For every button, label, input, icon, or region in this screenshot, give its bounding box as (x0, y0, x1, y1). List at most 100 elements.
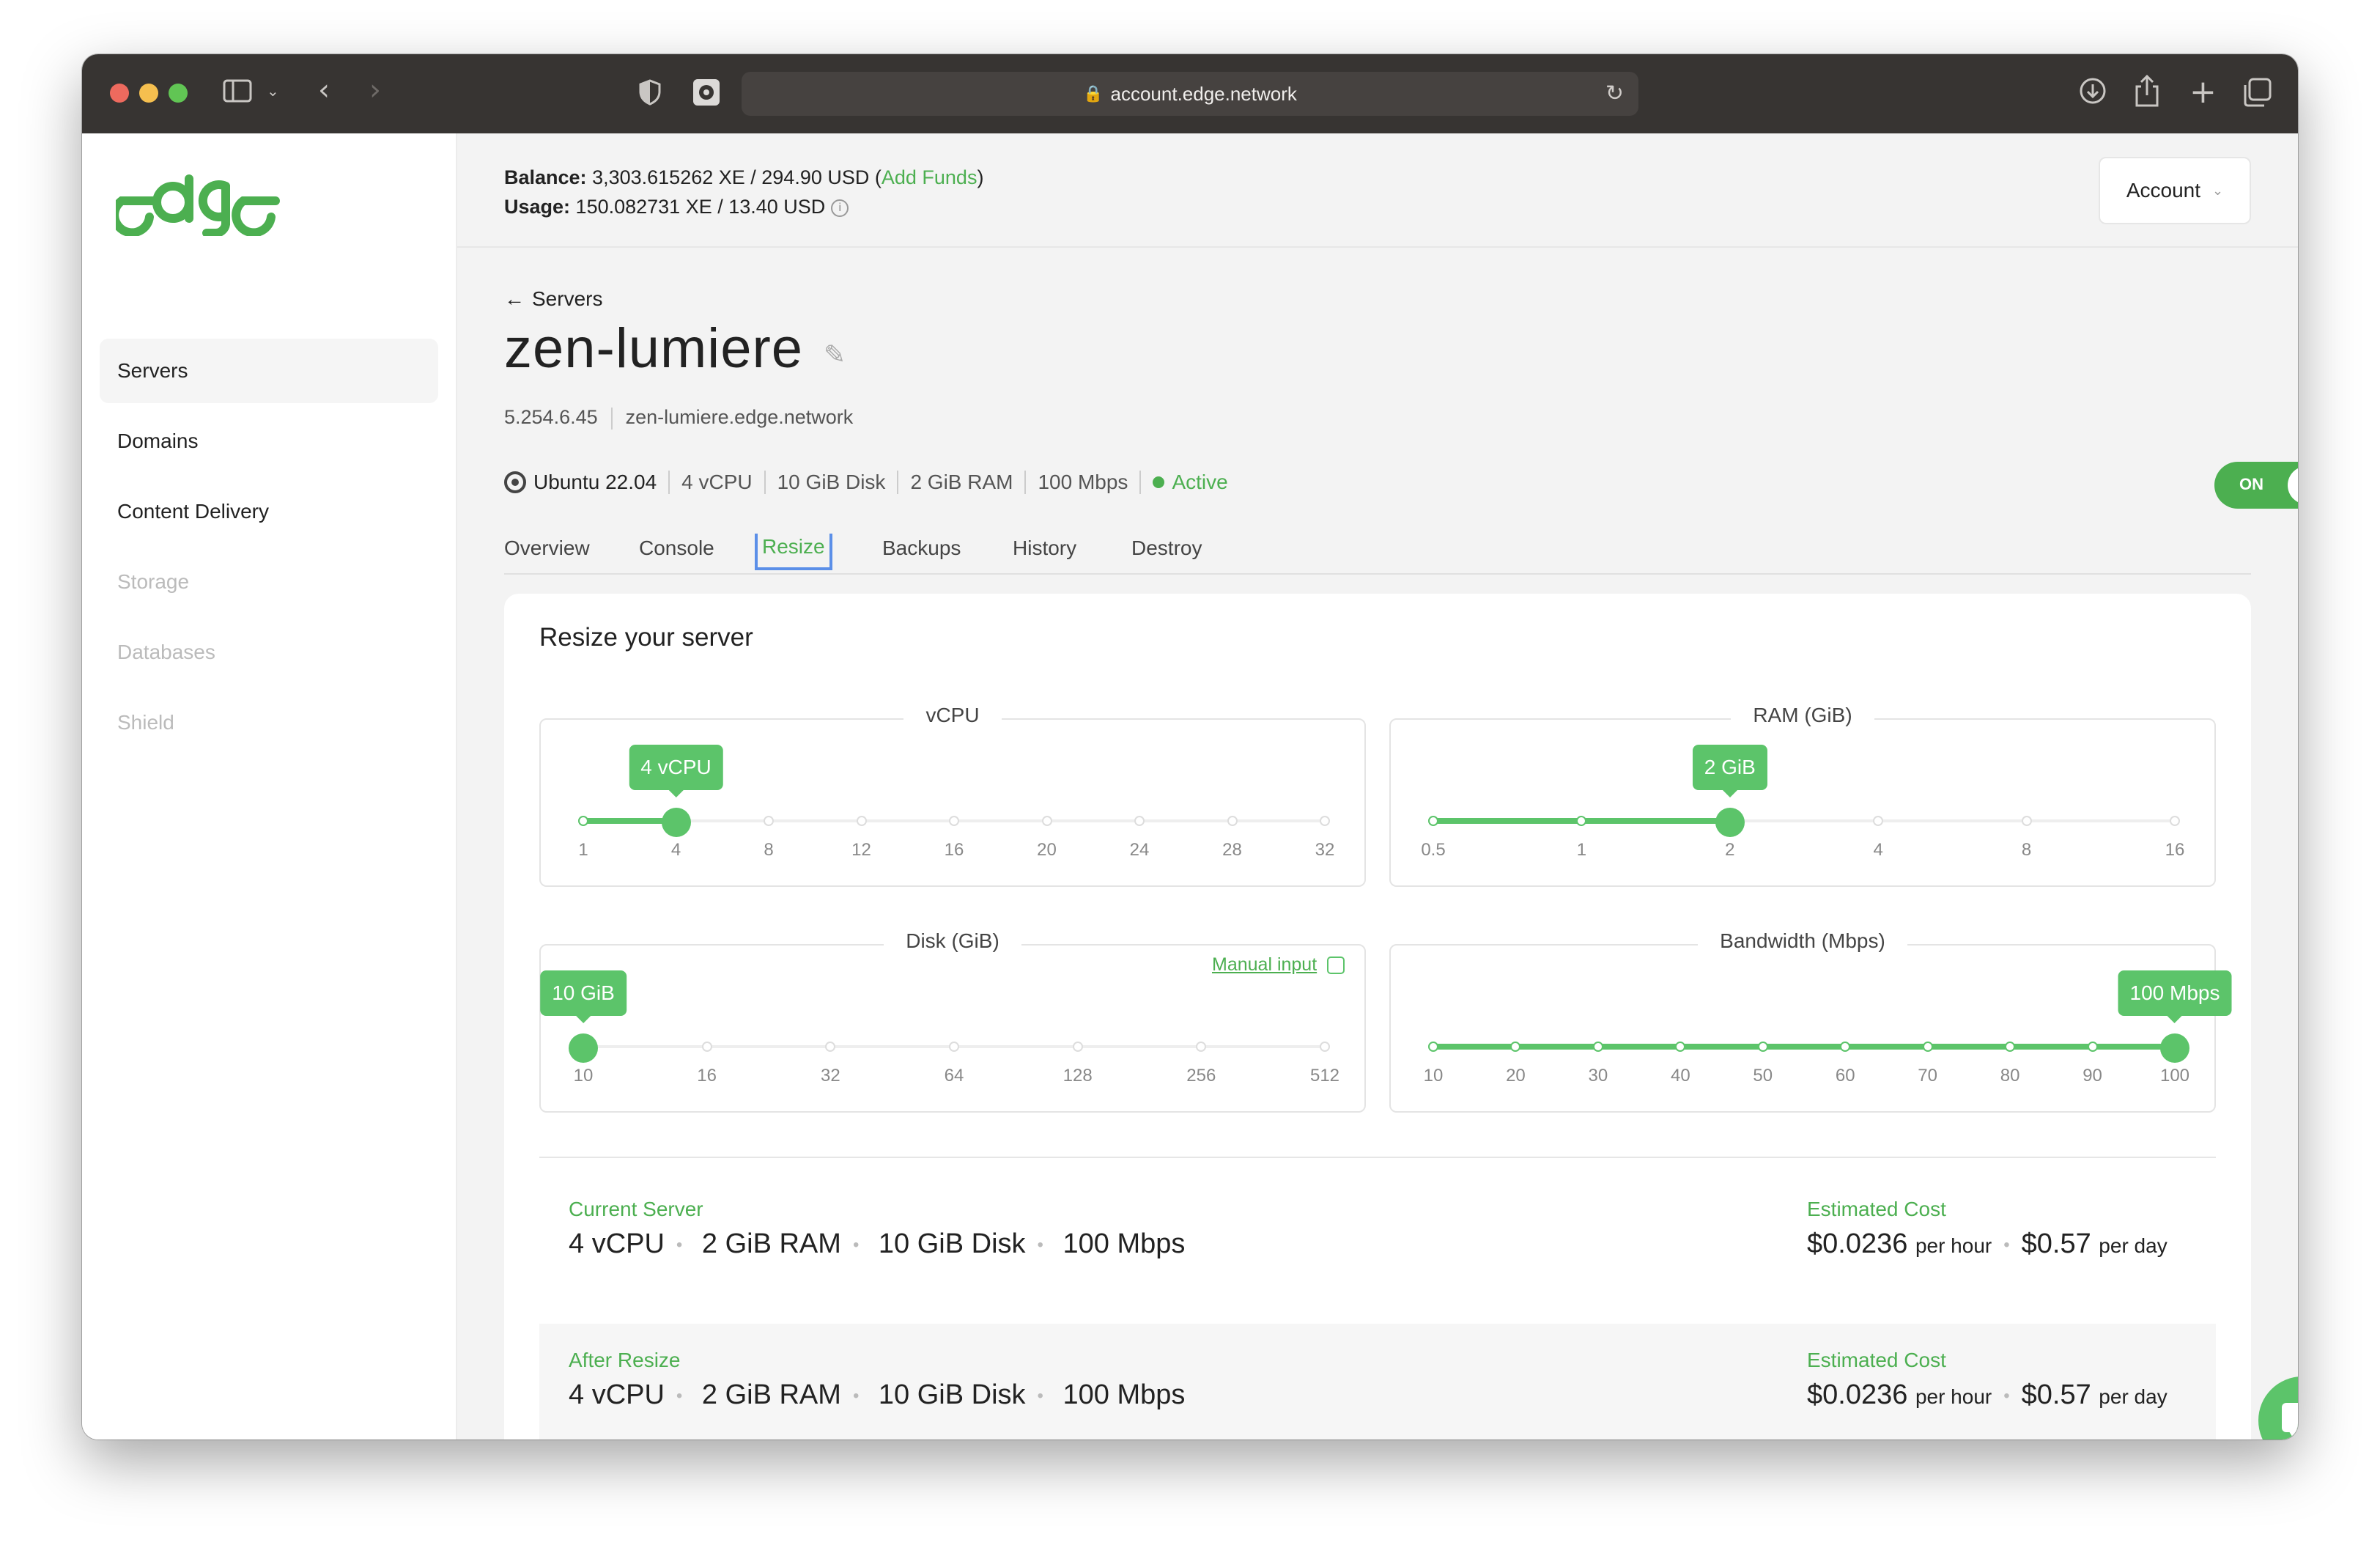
bandwidth-slider-step[interactable] (2087, 1042, 2098, 1052)
sidebar-toggle-icon[interactable] (223, 79, 252, 106)
power-toggle[interactable]: ON (2214, 462, 2298, 509)
server-vcpu: 4 vCPU (681, 471, 753, 493)
ram-slider-step[interactable] (1576, 816, 1587, 826)
disk-legend: Disk (GiB) (541, 929, 1364, 953)
close-window-button[interactable] (110, 84, 129, 103)
tab-resize[interactable]: Resize (755, 534, 832, 570)
disk-slider-step[interactable] (949, 1042, 959, 1052)
bandwidth-slider-box: Bandwidth (Mbps) 10 20 30 40 50 60 70 80 90 100 10… (1389, 929, 2232, 1113)
download-icon[interactable] (2078, 76, 2107, 108)
vcpu-legend-text: vCPU (903, 704, 1002, 726)
bandwidth-slider-handle[interactable] (2160, 1033, 2189, 1063)
ram-tick-label: 2 (1725, 840, 1735, 860)
address-bar[interactable]: 🔒 account.edge.network ↻ (742, 72, 1638, 116)
sidebar-item-domains[interactable]: Domains (100, 409, 438, 473)
disk-slider-step[interactable] (701, 1042, 712, 1052)
vcpu-tick-label: 20 (1037, 840, 1057, 860)
arrow-left-icon: ← (504, 287, 525, 310)
sidebar-item-label: Servers (117, 359, 188, 382)
server-os: Ubuntu 22.04 (533, 471, 657, 493)
bandwidth-slider-step[interactable] (1757, 1042, 1768, 1052)
vcpu-slider-step[interactable] (949, 816, 959, 826)
after-cost-value: $0.0236 per hour • $0.57 per day (1807, 1379, 2168, 1410)
current-ram: 2 GiB RAM (701, 1228, 841, 1259)
manual-input-checkbox[interactable] (1327, 957, 1345, 975)
edge-logo[interactable] (110, 170, 281, 240)
server-hostname: zen-lumiere.edge.network (625, 406, 854, 428)
share-icon[interactable] (2134, 74, 2160, 110)
ram-slider-step[interactable] (2021, 816, 2032, 826)
sidebar-nav: Servers Domains Content Delivery Storage… (100, 339, 438, 761)
ram-value-bubble: 2 GiB (1692, 745, 1767, 797)
disk-slider-step[interactable] (1196, 1042, 1207, 1052)
bandwidth-legend: Bandwidth (Mbps) (1391, 929, 2214, 953)
ram-slider-step[interactable] (2170, 816, 2180, 826)
disk-value-bubble: 10 GiB (540, 970, 627, 1023)
vcpu-slider-step[interactable] (856, 816, 867, 826)
bandwidth-slider-step[interactable] (1675, 1042, 1686, 1052)
vcpu-legend: vCPU (541, 704, 1364, 727)
vcpu-slider-step[interactable] (578, 816, 588, 826)
chat-widget-button[interactable] (2258, 1376, 2298, 1440)
edit-pencil-icon[interactable]: ✎ (824, 340, 846, 370)
tab-console[interactable]: Console (639, 537, 714, 560)
ram-slider-step[interactable] (1428, 816, 1438, 826)
info-icon[interactable]: i (831, 199, 849, 217)
after-vcpu: 4 vCPU (569, 1379, 665, 1410)
server-name-title: zen-lumiere (504, 317, 804, 380)
extension-icon[interactable] (692, 78, 721, 110)
per-hour-unit: per hour (1915, 1234, 1992, 1257)
tab-history[interactable]: History (1013, 537, 1076, 560)
ram-slider-box: RAM (GiB) 0.5 1 2 4 8 16 2 GiB (1389, 704, 2216, 887)
bandwidth-slider-step[interactable] (1922, 1042, 1933, 1052)
disk-tick-label: 512 (1309, 1066, 1340, 1086)
bandwidth-slider-step[interactable] (2005, 1042, 2016, 1052)
add-funds-link[interactable]: Add Funds (882, 166, 978, 188)
bandwidth-slider-step[interactable] (1428, 1042, 1438, 1052)
bandwidth-slider-step[interactable] (1840, 1042, 1851, 1052)
ram-tick-label: 16 (2165, 840, 2185, 860)
vcpu-slider-handle[interactable] (661, 808, 691, 837)
disk-slider-step[interactable] (825, 1042, 836, 1052)
back-to-servers-link[interactable]: ← Servers (504, 287, 602, 311)
reload-icon[interactable]: ↻ (1605, 81, 1624, 106)
disk-slider-handle[interactable] (569, 1033, 598, 1063)
ram-slider-step[interactable] (1873, 816, 1884, 826)
sidebar: Servers Domains Content Delivery Storage… (82, 133, 457, 1440)
tab-overview[interactable]: Overview (504, 537, 590, 560)
new-tab-icon[interactable]: + (2189, 73, 2217, 111)
tab-backups[interactable]: Backups (882, 537, 961, 560)
maximize-window-button[interactable] (169, 84, 188, 103)
bandwidth-slider-step[interactable] (1592, 1042, 1603, 1052)
forward-arrow-icon[interactable]: › (369, 73, 381, 107)
vcpu-slider-step[interactable] (1227, 816, 1238, 826)
manual-input-toggle[interactable]: Manual input (1212, 954, 1345, 976)
vcpu-slider-step[interactable] (1134, 816, 1145, 826)
server-disk: 10 GiB Disk (777, 471, 886, 493)
sidebar-item-servers[interactable]: Servers (100, 339, 438, 403)
ram-slider-handle[interactable] (1715, 808, 1745, 837)
vcpu-slider-step[interactable] (764, 816, 774, 826)
account-button-label: Account (2126, 179, 2201, 202)
vcpu-slider-step[interactable] (1041, 816, 1052, 826)
account-button[interactable]: Account ⌄ (2099, 157, 2251, 224)
chevron-down-icon[interactable]: ⌄ (267, 82, 279, 100)
sidebar-item-shield: Shield (100, 690, 438, 755)
balance-block: Balance: 3,303.615262 XE / 294.90 USD (A… (504, 166, 984, 218)
bandwidth-tick-label: 50 (1753, 1066, 1773, 1086)
disk-legend-text: Disk (GiB) (884, 929, 1021, 952)
bandwidth-slider-step[interactable] (1510, 1042, 1521, 1052)
bandwidth-tick-label: 100 (2159, 1066, 2190, 1086)
minimize-window-button[interactable] (139, 84, 158, 103)
vcpu-tick-label: 8 (764, 840, 774, 860)
privacy-shield-icon[interactable] (639, 79, 661, 108)
tab-destroy[interactable]: Destroy (1131, 537, 1202, 560)
tab-overview-icon[interactable] (2242, 78, 2272, 110)
disk-slider-step[interactable] (1072, 1042, 1083, 1052)
after-disk: 10 GiB Disk (878, 1379, 1026, 1410)
vcpu-slider-step[interactable] (1320, 816, 1330, 826)
back-arrow-icon[interactable]: ‹ (318, 73, 330, 107)
disk-tick-label: 128 (1062, 1066, 1093, 1086)
sidebar-item-content-delivery[interactable]: Content Delivery (100, 479, 438, 544)
disk-slider-step[interactable] (1320, 1042, 1330, 1052)
